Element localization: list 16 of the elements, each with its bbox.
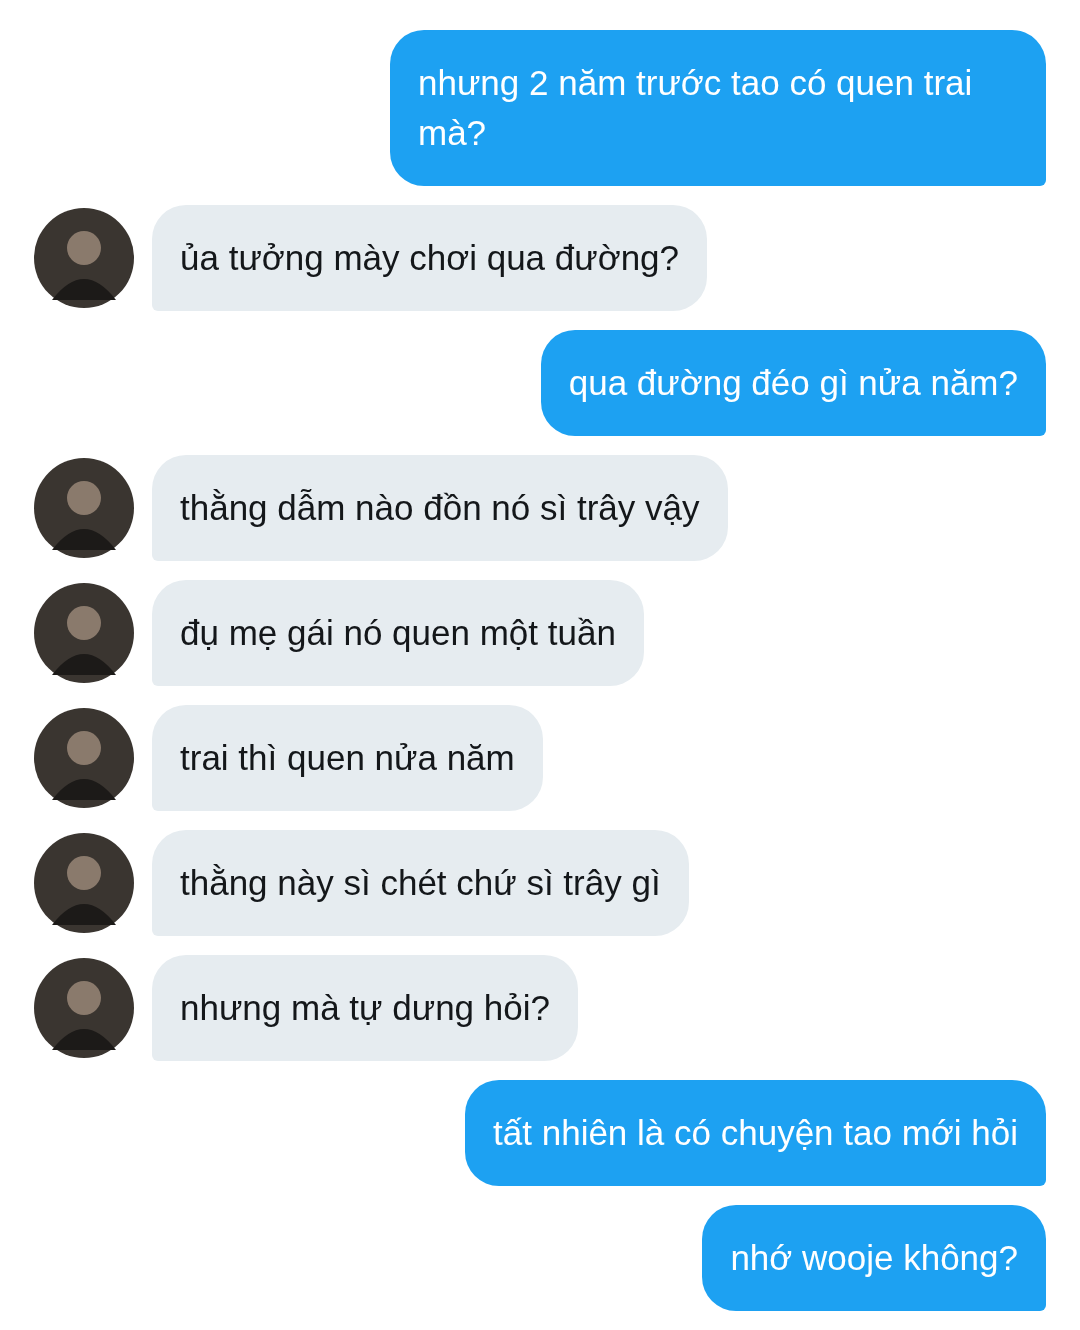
received-message: thằng dẫm nào đồn nó sì trây vậy [152,455,728,561]
received-message: đụ mẹ gái nó quen một tuần [152,580,644,686]
received-message: ủa tưởng mày chơi qua đường? [152,205,708,311]
sent-message: tất nhiên là có chuyện tao mới hỏi [465,1080,1046,1186]
avatar-icon [34,583,134,683]
avatar-icon [34,708,134,808]
sent-message: qua đường đéo gì nửa năm? [540,330,1046,436]
received-message: trai thì quen nửa năm [152,705,543,811]
sent-message: nhưng 2 năm trước tao có quen trai mà? [390,30,1046,186]
avatar-icon [34,208,134,308]
sent-message: nhớ wooje không? [702,1205,1046,1311]
avatar-icon [34,833,134,933]
avatar-icon [34,458,134,558]
avatar-icon [34,958,134,1058]
received-message: thằng này sì chét chứ sì trây gì [152,830,689,936]
received-message: nhưng mà tự dưng hỏi? [152,955,578,1061]
